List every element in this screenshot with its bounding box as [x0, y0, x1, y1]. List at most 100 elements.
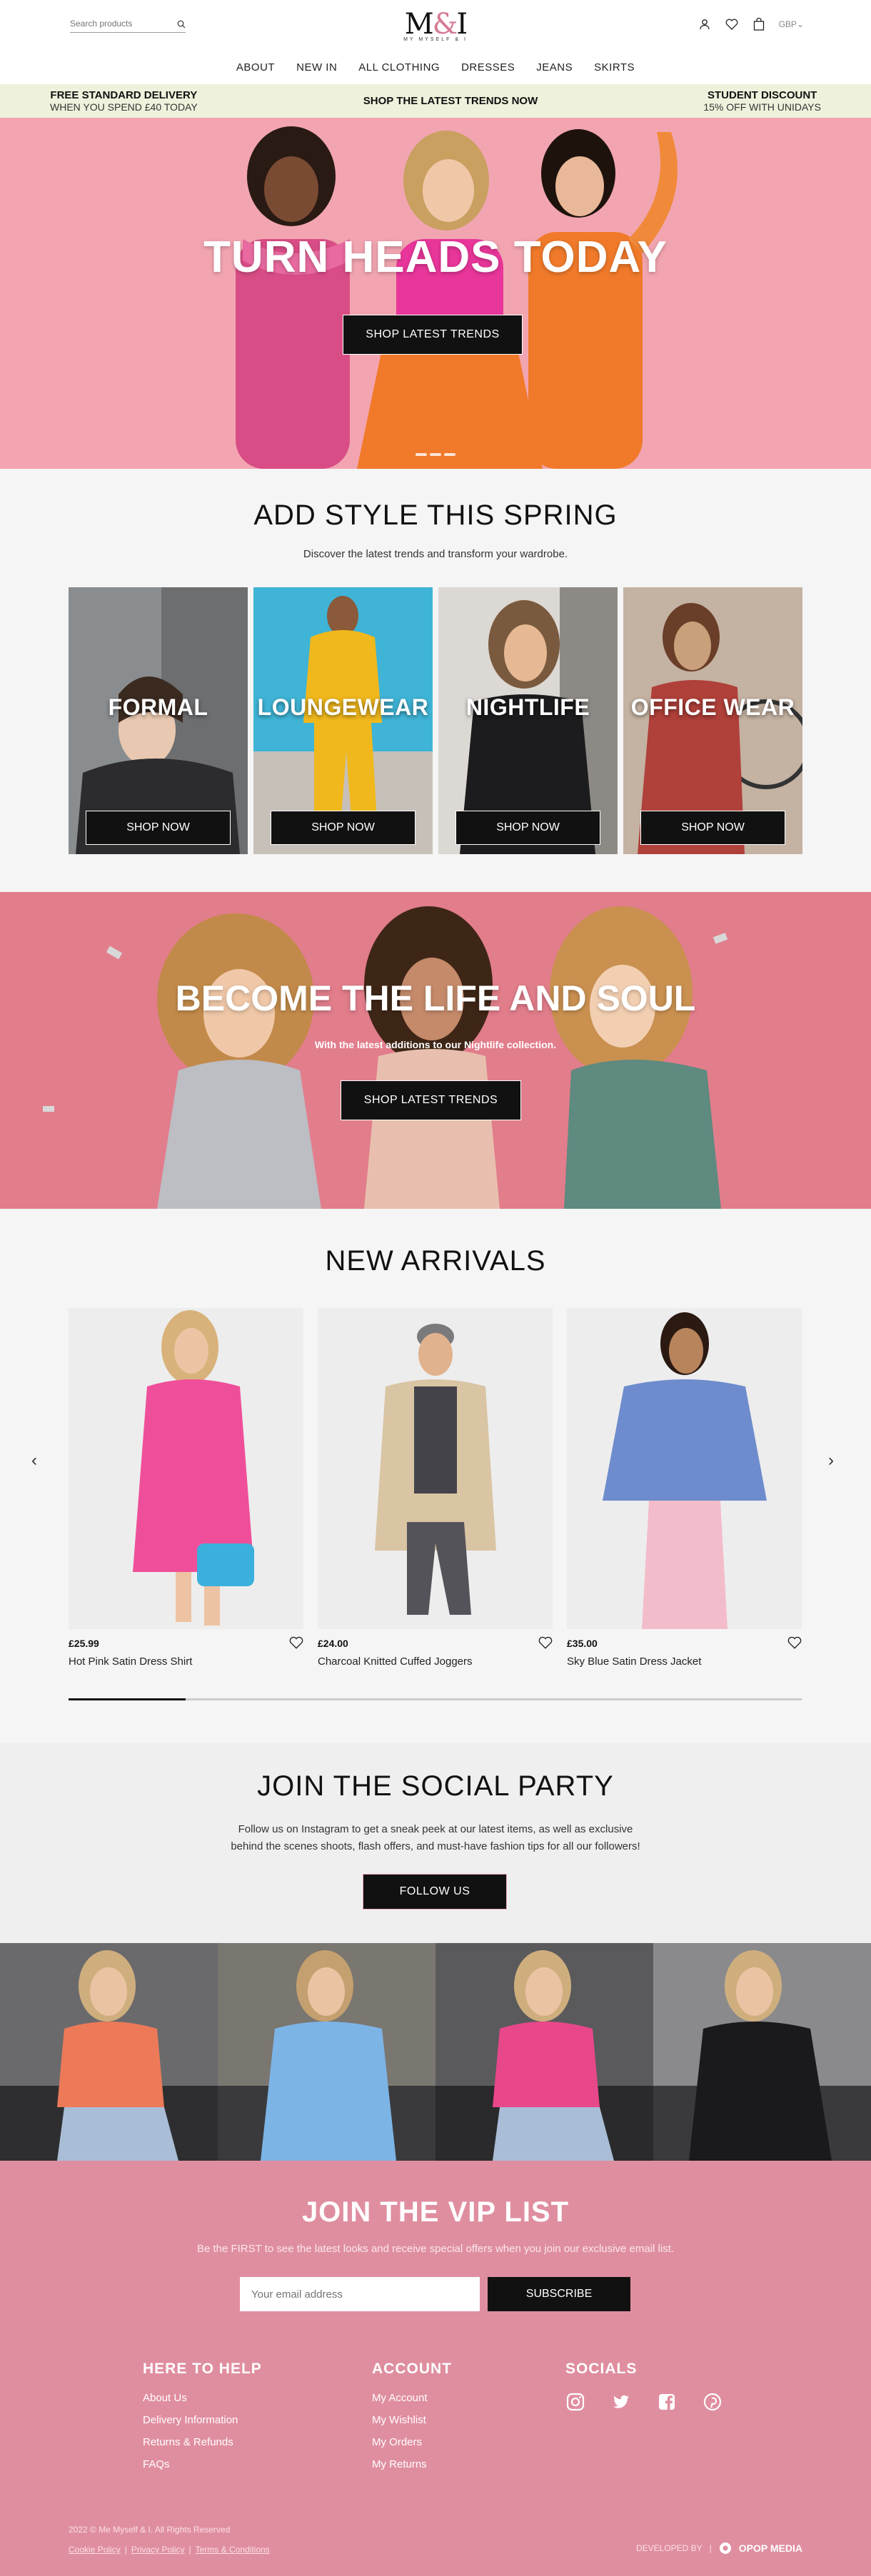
footer-link-my-wishlist[interactable]: My Wishlist	[372, 2414, 452, 2426]
hero-title: TURN HEADS TODAY	[203, 233, 668, 282]
nav-skirts[interactable]: SKIRTS	[594, 61, 635, 73]
nightlife-shop-button[interactable]: SHOP LATEST TRENDS	[341, 1080, 521, 1120]
shop-now-button[interactable]: SHOP NOW	[271, 811, 416, 845]
product-name[interactable]: Charcoal Knitted Cuffed Joggers	[318, 1655, 473, 1668]
footer-link-about[interactable]: About Us	[143, 2392, 262, 2404]
footer-link-my-returns[interactable]: My Returns	[372, 2458, 452, 2470]
vip-title: JOIN THE VIP LIST	[301, 2196, 570, 2228]
style-section-title: ADD STYLE THIS SPRING	[253, 500, 618, 531]
category-card-nightlife[interactable]: NIGHTLIFE SHOP NOW	[438, 587, 618, 854]
product-name[interactable]: Sky Blue Satin Dress Jacket	[567, 1655, 701, 1668]
category-label: NIGHTLIFE	[465, 694, 590, 720]
footer-link-my-orders[interactable]: My Orders	[372, 2436, 452, 2448]
facebook-icon[interactable]	[657, 2392, 677, 2415]
chevron-down-icon: ⌄	[796, 19, 804, 29]
twitter-icon[interactable]	[611, 2392, 631, 2415]
carousel-dot[interactable]	[444, 453, 455, 456]
shop-now-button[interactable]: SHOP NOW	[86, 811, 231, 845]
header-icons: GBP⌄	[698, 17, 804, 31]
currency-selector[interactable]: GBP⌄	[779, 19, 804, 29]
search-input[interactable]	[70, 17, 166, 29]
wishlist-heart-icon[interactable]	[725, 17, 739, 31]
copyright-text: 2022 © Me Myself & I. All Rights Reserve…	[69, 2525, 231, 2535]
terms-link[interactable]: Terms & Conditions	[196, 2545, 270, 2555]
promo-trends[interactable]: SHOP THE LATEST TRENDS NOW	[363, 95, 538, 107]
currency-label: GBP	[778, 19, 797, 29]
account-icon[interactable]	[698, 17, 712, 31]
category-label: FORMAL	[108, 694, 208, 720]
search-icon[interactable]	[177, 19, 186, 32]
wishlist-heart-icon[interactable]	[787, 1636, 802, 1653]
promo-student-title: STUDENT DISCOUNT	[708, 89, 817, 101]
instagram-icon[interactable]	[565, 2392, 585, 2415]
subscribe-button[interactable]: SUBSCRIBE	[488, 2277, 630, 2311]
product-card[interactable]: £25.99 Hot Pink Satin Dress Shirt	[69, 1308, 303, 1668]
footer-account-column: ACCOUNT My Account My Wishlist My Orders…	[372, 2361, 452, 2480]
footer-link-delivery[interactable]: Delivery Information	[143, 2414, 262, 2426]
product-image[interactable]	[318, 1308, 553, 1629]
carousel-dot[interactable]	[430, 453, 441, 456]
hero-banner[interactable]: TURN HEADS TODAY SHOP LATEST TRENDS	[0, 118, 871, 469]
product-price: £25.99	[69, 1638, 99, 1649]
carousel-next-arrow-icon[interactable]: ›	[828, 1451, 834, 1471]
legal-links: Cookie Policy | Privacy Policy | Terms & C…	[69, 2545, 270, 2555]
footer-link-my-account[interactable]: My Account	[372, 2392, 452, 2404]
footer-link-faqs[interactable]: FAQs	[143, 2458, 262, 2470]
footer-socials-column: SOCIALS	[565, 2361, 723, 2415]
footer-link-returns[interactable]: Returns & Refunds	[143, 2436, 262, 2448]
pinterest-icon[interactable]	[703, 2392, 723, 2415]
promo-student[interactable]: STUDENT DISCOUNT 15% OFF WITH UNIDAYS	[703, 89, 821, 113]
wishlist-heart-icon[interactable]	[289, 1636, 303, 1653]
product-card[interactable]: £35.00 Sky Blue Satin Dress Jacket	[567, 1308, 802, 1668]
email-field[interactable]	[240, 2277, 480, 2311]
category-card-office-wear[interactable]: OFFICE WEAR SHOP NOW	[623, 587, 802, 854]
carousel-scrollbar[interactable]	[69, 1698, 802, 1700]
opop-logo-icon	[719, 2542, 731, 2554]
promo-delivery[interactable]: FREE STANDARD DELIVERY WHEN YOU SPEND £4…	[50, 89, 198, 113]
bag-icon[interactable]	[752, 17, 766, 31]
nightlife-photo	[0, 892, 871, 1209]
nav-all-clothing[interactable]: ALL CLOTHING	[358, 61, 440, 73]
wishlist-heart-icon[interactable]	[538, 1636, 553, 1653]
nav-new-in[interactable]: NEW IN	[296, 61, 337, 73]
promo-trends-title: SHOP THE LATEST TRENDS NOW	[363, 95, 538, 107]
nav-about[interactable]: ABOUT	[236, 61, 275, 73]
nav-dresses[interactable]: DRESSES	[461, 61, 515, 73]
instagram-photo[interactable]	[218, 1943, 436, 2161]
category-label: OFFICE WEAR	[630, 694, 795, 720]
product-image[interactable]	[69, 1308, 303, 1629]
instagram-photo[interactable]	[653, 1943, 871, 2161]
footer-help-heading: HERE TO HELP	[143, 2361, 262, 2377]
developer-credit[interactable]: DEVELOPED BY | OPOP MEDIA	[636, 2542, 802, 2555]
nightlife-banner[interactable]: BECOME THE LIFE AND SOUL With the latest…	[0, 892, 871, 1209]
instagram-photo[interactable]	[0, 1943, 218, 2161]
footer-account-heading: ACCOUNT	[372, 2361, 452, 2377]
shop-now-button[interactable]: SHOP NOW	[455, 811, 600, 845]
cookie-policy-link[interactable]: Cookie Policy	[69, 2545, 121, 2555]
site-logo[interactable]: M&I MY MYSELF & I	[382, 9, 489, 47]
product-image[interactable]	[567, 1308, 802, 1629]
product-card[interactable]: £24.00 Charcoal Knitted Cuffed Joggers	[318, 1308, 553, 1668]
hero-photo	[0, 118, 871, 469]
logo-mark: M&I	[404, 8, 468, 41]
search-box	[70, 17, 186, 33]
follow-us-button[interactable]: FOLLOW US	[363, 1874, 507, 1910]
carousel-prev-arrow-icon[interactable]: ‹	[31, 1451, 37, 1471]
developer-name: OPOP MEDIA	[738, 2542, 802, 2554]
logo-subtitle: MY MYSELF & I	[403, 37, 468, 42]
product-price: £35.00	[567, 1638, 598, 1649]
carousel-dot[interactable]	[416, 453, 427, 456]
hero-shop-button[interactable]: SHOP LATEST TRENDS	[343, 315, 523, 355]
nav-jeans[interactable]: JEANS	[536, 61, 573, 73]
category-card-loungewear[interactable]: LOUNGEWEAR SHOP NOW	[253, 587, 433, 854]
shop-now-button[interactable]: SHOP NOW	[640, 811, 785, 845]
site-header: M&I MY MYSELF & I GBP⌄ ABOUT NEW IN ALL …	[0, 0, 871, 84]
promo-delivery-title: FREE STANDARD DELIVERY	[50, 89, 198, 101]
category-card-formal[interactable]: FORMAL SHOP NOW	[69, 587, 248, 854]
new-arrivals-title: NEW ARRIVALS	[325, 1245, 546, 1277]
product-name[interactable]: Hot Pink Satin Dress Shirt	[69, 1655, 192, 1668]
instagram-photo[interactable]	[436, 1943, 653, 2161]
social-text-line1: Follow us on Instagram to get a sneak pe…	[238, 1823, 633, 1835]
carousel-scroll-thumb[interactable]	[69, 1698, 186, 1700]
privacy-policy-link[interactable]: Privacy Policy	[131, 2545, 185, 2555]
